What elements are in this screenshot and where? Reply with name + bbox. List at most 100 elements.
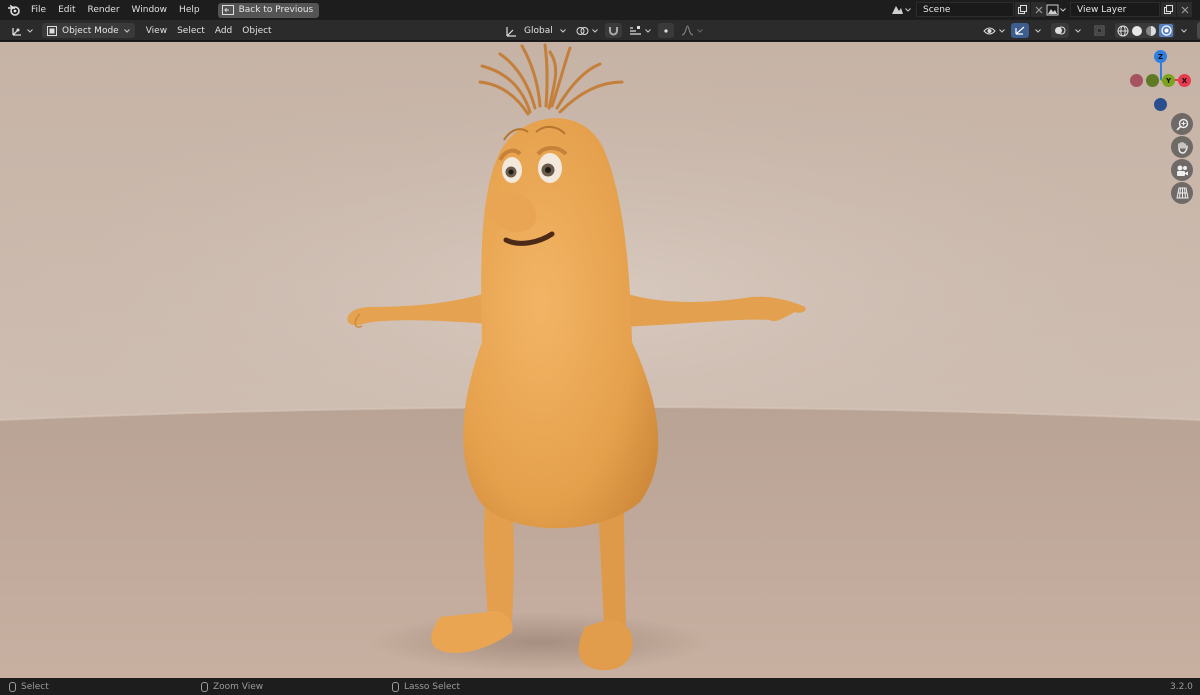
3d-viewport-icon xyxy=(12,27,21,36)
gizmo-x-axis[interactable]: X xyxy=(1178,74,1191,87)
snap-target-dropdown[interactable] xyxy=(626,23,654,38)
menu-select[interactable]: Select xyxy=(172,26,210,36)
view-layer-icon xyxy=(1046,4,1059,15)
duplicate-icon xyxy=(1018,5,1027,14)
delete-scene-button[interactable] xyxy=(1030,2,1046,17)
rendered-shading-button[interactable] xyxy=(1159,24,1173,37)
status-select: Select xyxy=(9,678,49,695)
scene-name-value: Scene xyxy=(923,4,951,15)
view-layer-browse-button[interactable] xyxy=(1046,2,1070,17)
scene-browse-button[interactable] xyxy=(890,2,916,17)
back-to-previous-button[interactable]: Back to Previous xyxy=(217,2,320,18)
chevron-down-icon xyxy=(696,28,703,33)
pan-view-button[interactable] xyxy=(1171,136,1193,158)
zoom-view-button[interactable] xyxy=(1171,113,1193,135)
material-preview-shading-icon[interactable] xyxy=(1145,25,1157,37)
xray-icon xyxy=(1094,25,1105,36)
blender-logo-icon[interactable] xyxy=(3,0,25,20)
status-zoom-label: Zoom View xyxy=(213,681,264,692)
view-layer-name-field[interactable]: View Layer xyxy=(1070,2,1160,17)
status-select-label: Select xyxy=(21,681,49,692)
snap-toggle[interactable] xyxy=(604,23,622,38)
gizmo-toggle[interactable] xyxy=(1011,23,1029,38)
gizmo-z-axis[interactable]: Z xyxy=(1154,50,1167,63)
gizmo-y-axis[interactable]: Y xyxy=(1162,74,1175,87)
snap-increment-icon xyxy=(629,26,641,35)
chevron-down-icon xyxy=(1035,28,1041,33)
chevron-down-icon xyxy=(27,28,33,33)
menu-file[interactable]: File xyxy=(25,0,52,20)
chevron-down-icon xyxy=(123,28,130,33)
menu-help[interactable]: Help xyxy=(173,0,206,20)
grid-perspective-icon xyxy=(1175,187,1189,199)
gizmo-neg-z-axis[interactable] xyxy=(1154,98,1167,111)
falloff-curve-icon xyxy=(681,25,693,36)
chevron-down-icon xyxy=(591,28,598,33)
navigation-gizmo[interactable]: Z Y X xyxy=(1124,46,1194,116)
eye-icon xyxy=(983,27,996,34)
chevron-down-icon xyxy=(1075,28,1081,33)
close-icon xyxy=(1035,6,1042,13)
top-menu-bar: File Edit Render Window Help Back to Pre… xyxy=(0,0,1200,20)
view-layer-name-value: View Layer xyxy=(1077,4,1127,15)
delete-view-layer-button[interactable] xyxy=(1176,2,1192,17)
overlays-dropdown[interactable] xyxy=(1072,23,1084,38)
rendered-scene xyxy=(0,42,1200,678)
3d-viewport[interactable]: Z Y X xyxy=(0,42,1200,678)
duplicate-icon xyxy=(1164,5,1173,14)
proportional-falloff-dropdown[interactable] xyxy=(678,23,706,38)
chevron-down-icon xyxy=(1181,28,1187,33)
menu-object[interactable]: Object xyxy=(237,26,276,36)
camera-icon xyxy=(1177,165,1188,176)
status-lasso: Lasso Select xyxy=(392,678,460,695)
orientation-icon xyxy=(506,26,516,37)
mouse-left-icon xyxy=(9,681,16,692)
viewport-header: Object Mode View Select Add Object Globa… xyxy=(0,20,1200,41)
xray-toggle[interactable] xyxy=(1091,23,1108,38)
pivot-point-dropdown[interactable] xyxy=(573,23,601,38)
object-mode-dropdown[interactable]: Object Mode xyxy=(42,23,135,38)
scene-name-field[interactable]: Scene xyxy=(916,2,1014,17)
gizmo-neg-y-axis[interactable] xyxy=(1146,74,1159,87)
gizmo-dropdown[interactable] xyxy=(1032,23,1044,38)
proportional-editing-toggle[interactable] xyxy=(657,23,674,38)
new-view-layer-button[interactable] xyxy=(1160,2,1176,17)
new-scene-button[interactable] xyxy=(1014,2,1030,17)
menu-window[interactable]: Window xyxy=(126,0,174,20)
back-to-previous-label: Back to Previous xyxy=(238,5,314,15)
scene-icon xyxy=(892,5,903,14)
chevron-down-icon xyxy=(559,28,566,33)
menu-view[interactable]: View xyxy=(141,26,172,36)
menu-add[interactable]: Add xyxy=(210,26,237,36)
solid-shading-icon[interactable] xyxy=(1131,25,1143,37)
perspective-toggle-button[interactable] xyxy=(1171,182,1193,204)
wireframe-shading-icon[interactable] xyxy=(1117,25,1129,37)
status-version: 3.2.0 xyxy=(1170,678,1193,695)
magnet-icon xyxy=(608,27,618,36)
object-mode-label: Object Mode xyxy=(62,25,119,36)
visibility-dropdown[interactable] xyxy=(980,23,1008,38)
gizmo-neg-x-axis[interactable] xyxy=(1130,74,1143,87)
gizmo-icon xyxy=(1015,26,1025,35)
zoom-icon xyxy=(1175,118,1188,131)
camera-view-button[interactable] xyxy=(1171,159,1193,181)
menu-edit[interactable]: Edit xyxy=(52,0,81,20)
editor-type-button[interactable] xyxy=(8,23,36,38)
object-mode-icon xyxy=(47,25,57,36)
menu-render[interactable]: Render xyxy=(82,0,126,20)
proportional-editing-icon xyxy=(664,28,668,33)
chevron-down-icon xyxy=(905,7,911,12)
shading-dropdown[interactable] xyxy=(1178,23,1190,38)
version-label: 3.2.0 xyxy=(1170,681,1193,692)
view-layer-selector: View Layer xyxy=(1046,2,1192,17)
status-lasso-label: Lasso Select xyxy=(404,681,461,692)
back-icon xyxy=(221,5,234,15)
chevron-down-icon xyxy=(1060,7,1066,12)
chevron-down-icon xyxy=(644,28,651,33)
hand-icon xyxy=(1177,141,1188,154)
overlays-icon xyxy=(1055,26,1066,35)
overlays-toggle[interactable] xyxy=(1051,23,1069,38)
rendered-shading-icon xyxy=(1160,25,1172,36)
shading-mode-group xyxy=(1115,23,1175,38)
transform-orientation-dropdown[interactable]: Global xyxy=(502,23,569,38)
